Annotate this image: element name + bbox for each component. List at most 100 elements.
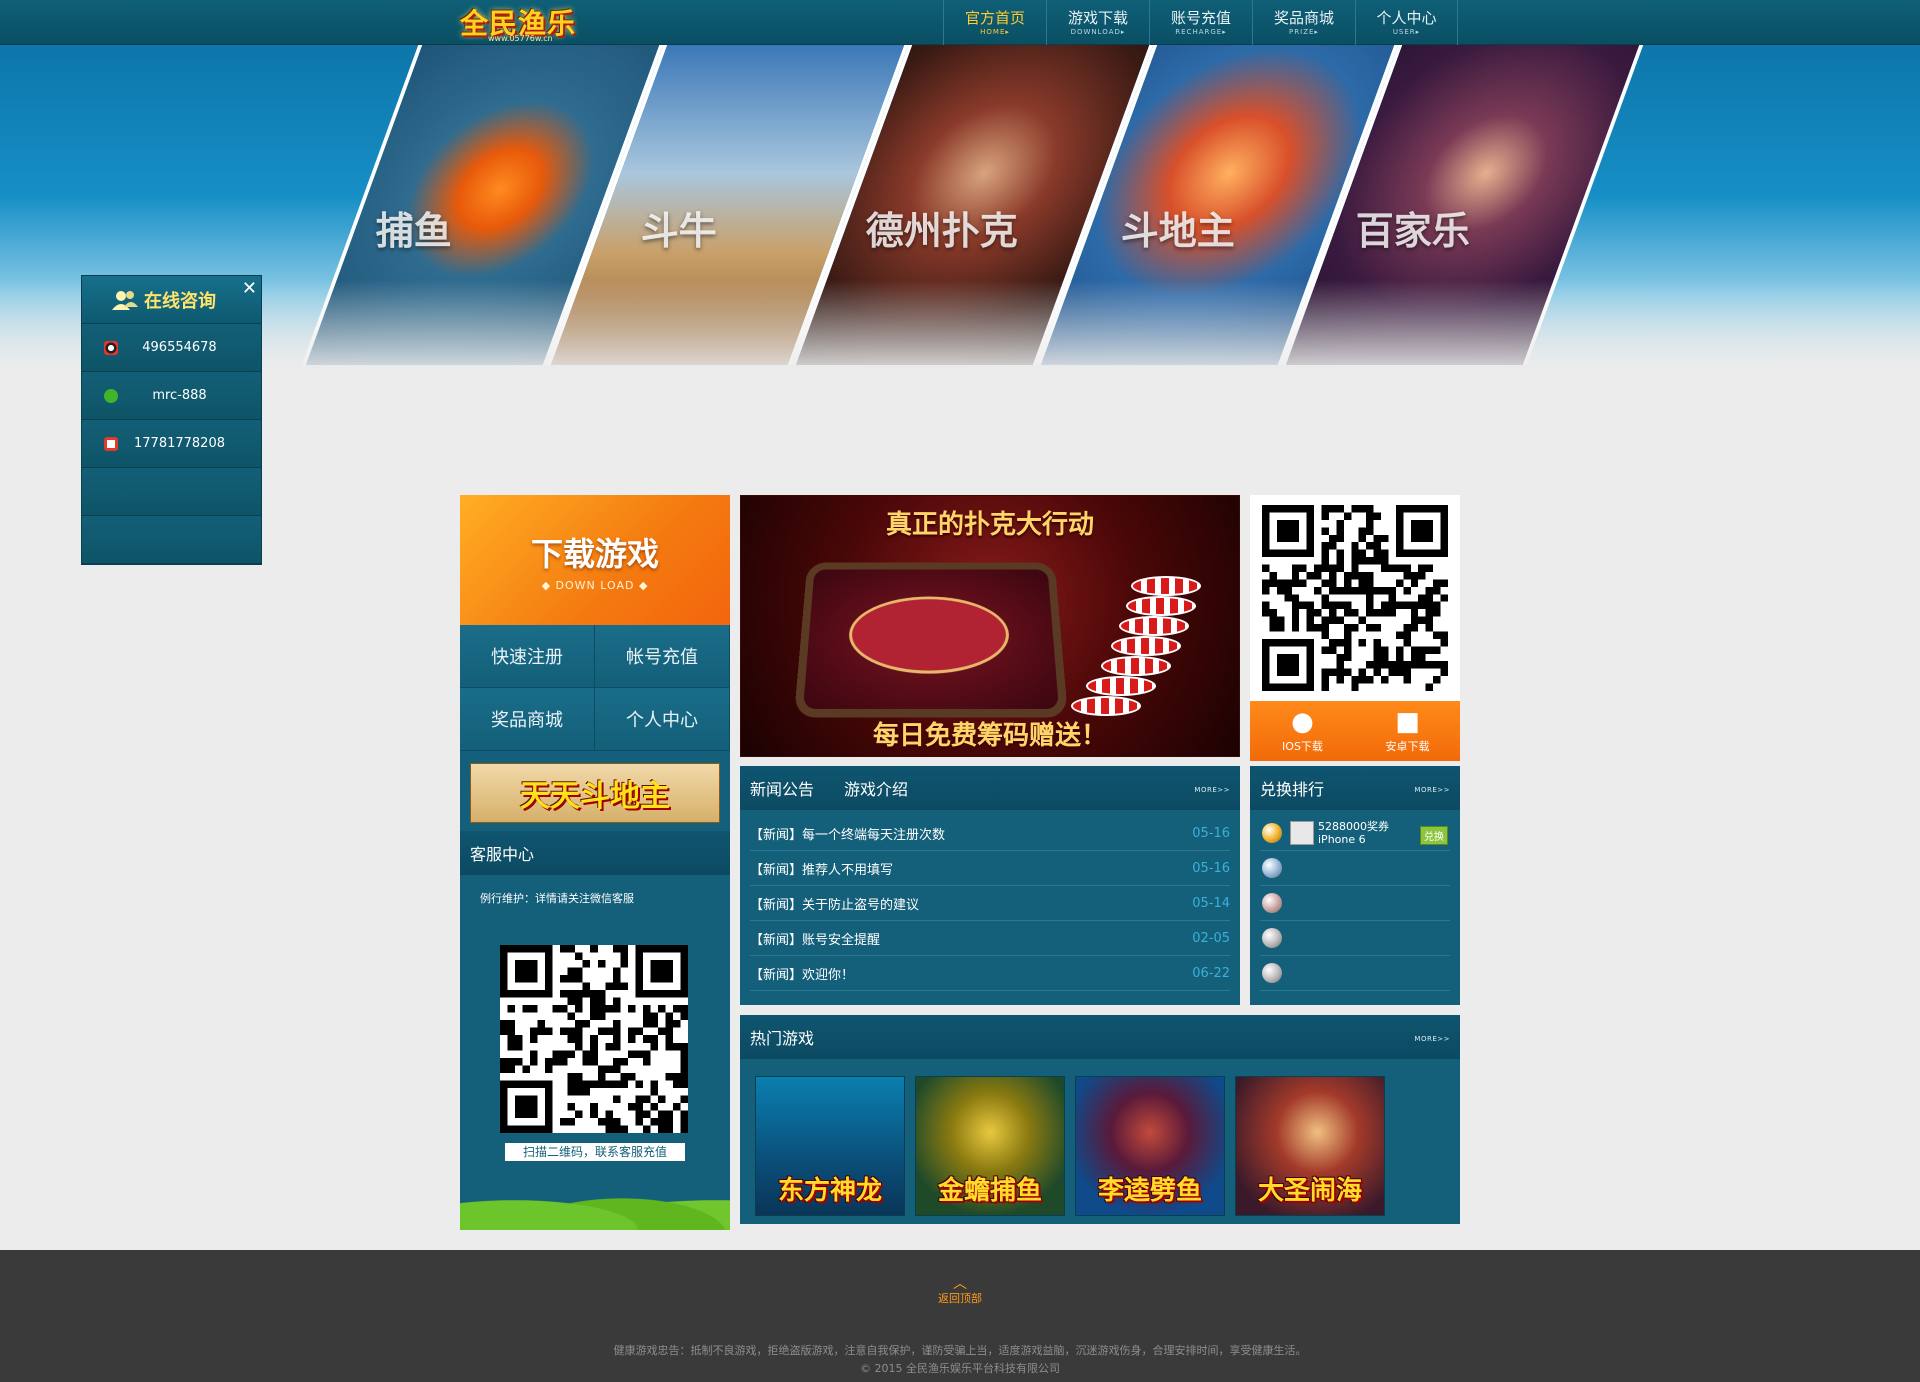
tab-news[interactable]: 新闻公告 (750, 776, 814, 800)
game-name: 李逵劈鱼 (1097, 1176, 1202, 1206)
hot-games-title: 热门游戏 (750, 1029, 815, 1048)
news-item[interactable]: 【新闻】推荐人不用填写 05-16 (750, 851, 1230, 886)
hot-games-header: 热门游戏 MORE>> (740, 1015, 1460, 1059)
rank-item (1260, 921, 1450, 956)
back-to-top-button[interactable]: ︿ 返回顶部 (0, 1276, 1920, 1306)
poker-table-image (793, 562, 1069, 718)
game-card-likui[interactable]: 李逵劈鱼 (1075, 1076, 1225, 1216)
nav-label: 个人中心 (1376, 9, 1437, 27)
chip-stack (1101, 656, 1171, 676)
rank-prize-points: 5288000奖券 (1318, 820, 1389, 833)
medal-icon (1262, 963, 1282, 983)
iphone-icon (1290, 821, 1314, 845)
chevron-up-icon: ︿ (953, 1276, 967, 1292)
exchange-rank-panel: 兑换排行 MORE>> 5288000奖券 iPhone 6 兑换 (1250, 766, 1460, 1005)
consult-value: 17781778208 (134, 436, 225, 451)
android-download-label: 安卓下载 (1385, 739, 1430, 753)
news-date: 05-16 (1192, 860, 1230, 876)
site-logo[interactable]: 全民渔乐 www.05776w.cn (460, 2, 600, 44)
rank-item: 5288000奖券 iPhone 6 兑换 (1260, 816, 1450, 851)
poker-promo-headline: 真正的扑克大行动 (885, 510, 1094, 540)
game-card-monkey-king[interactable]: 大圣闹海 (1235, 1076, 1385, 1216)
news-item[interactable]: 【新闻】欢迎你！ 06-22 (750, 956, 1230, 991)
nav-user[interactable]: 个人中心 USER▸ (1355, 0, 1458, 45)
rank-title: 兑换排行 (1260, 780, 1325, 799)
online-consult-panel: 在线咨询 ✕ 496554678 mrc-888 17781778208 (81, 275, 262, 565)
top-navigation-bar: 全民渔乐 www.05776w.cn 官方首页 HOME▸ 游戏下载 DOWNL… (0, 0, 1920, 45)
nav-label: 账号充值 (1170, 9, 1231, 27)
consult-phone[interactable]: 17781778208 (82, 420, 261, 468)
phone-icon (104, 436, 118, 451)
quick-user-button[interactable]: 个人中心 (595, 688, 730, 751)
consult-empty-row (82, 468, 261, 516)
chip-stack (1126, 596, 1196, 616)
app-download-panel: ● IOS下载 ■ 安卓下载 (1250, 495, 1460, 761)
consult-value: 496554678 (142, 340, 217, 355)
game-name: 金蟾捕鱼 (937, 1176, 1042, 1206)
footer-copyright: © 2015 全民渔乐娱乐平台科技有限公司 (860, 1362, 1060, 1375)
consult-qq[interactable]: 496554678 (82, 324, 261, 372)
ios-download-button[interactable]: ● IOS下载 (1250, 701, 1355, 761)
silver-medal-icon (1262, 858, 1282, 878)
bronze-medal-icon (1262, 893, 1282, 913)
news-title: 【新闻】账号安全提醒 (750, 932, 881, 948)
news-item[interactable]: 【新闻】关于防止盗号的建议 05-14 (750, 886, 1230, 921)
nav-prize[interactable]: 奖品商城 PRIZE▸ (1252, 0, 1355, 45)
service-center-title: 客服中心 (470, 845, 535, 864)
rank-more-link[interactable]: MORE>> (1414, 786, 1450, 794)
users-icon (112, 290, 138, 310)
nav-label: 奖品商城 (1273, 9, 1334, 27)
download-game-button[interactable]: 下载游戏 ◆ DOWN LOAD ◆ (460, 495, 730, 625)
gold-medal-icon (1262, 823, 1282, 843)
tab-game-intro[interactable]: 游戏介绍 (844, 776, 908, 800)
news-item[interactable]: 【新闻】每一个终端每天注册次数 05-16 (750, 816, 1230, 851)
poker-promo-banner[interactable]: 真正的扑克大行动 每日免费筹码赠送！ (740, 495, 1240, 757)
news-title: 【新闻】关于防止盗号的建议 (750, 897, 920, 913)
rank-prize-name: iPhone 6 (1318, 833, 1366, 846)
wechat-icon (104, 388, 118, 403)
consult-wechat[interactable]: mrc-888 (82, 372, 261, 420)
game-card-dragon[interactable]: 东方神龙 (755, 1076, 905, 1216)
download-subtitle: ◆ DOWN LOAD ◆ (541, 578, 649, 592)
landlord-promo-banner[interactable]: 天天斗地主 (470, 763, 720, 823)
logo-url: www.05776w.cn (488, 34, 553, 43)
nav-sub-label: USER▸ (1392, 28, 1421, 36)
hero-fade (0, 280, 1920, 380)
quick-prize-button[interactable]: 奖品商城 (460, 688, 595, 751)
quick-recharge-button[interactable]: 帐号充值 (595, 625, 730, 688)
news-tabs: 新闻公告 游戏介绍 MORE>> (740, 766, 1240, 810)
game-name: 东方神龙 (777, 1176, 882, 1206)
qq-icon (104, 340, 118, 355)
news-list: 【新闻】每一个终端每天注册次数 05-16 【新闻】推荐人不用填写 05-16 … (740, 810, 1240, 991)
news-date: 06-22 (1192, 965, 1230, 981)
news-item[interactable]: 【新闻】账号安全提醒 02-05 (750, 921, 1230, 956)
nav-home[interactable]: 官方首页 HOME▸ (943, 0, 1046, 45)
download-title: 下载游戏 (530, 534, 659, 573)
consult-value: mrc-888 (152, 388, 207, 403)
game-card-toad[interactable]: 金蟾捕鱼 (915, 1076, 1065, 1216)
service-center-header: 客服中心 (460, 831, 730, 875)
footer-advice: 健康游戏忠告：抵制不良游戏，拒绝盗版游戏，注意自我保护，谨防受骗上当，适度游戏益… (613, 1344, 1307, 1357)
nav-label: 游戏下载 (1067, 9, 1128, 27)
nav-sub-label: RECHARGE▸ (1175, 28, 1227, 36)
rank-header: 兑换排行 MORE>> (1250, 766, 1460, 810)
nav-recharge[interactable]: 账号充值 RECHARGE▸ (1149, 0, 1252, 45)
hero-game-label: 捕鱼 (375, 209, 452, 253)
hero-game-label: 德州扑克 (865, 209, 1018, 253)
back-to-top-label: 返回顶部 (938, 1292, 982, 1305)
nav-download[interactable]: 游戏下载 DOWNLOAD▸ (1046, 0, 1149, 45)
quick-register-button[interactable]: 快速注册 (460, 625, 595, 688)
android-download-button[interactable]: ■ 安卓下载 (1355, 701, 1460, 761)
close-icon[interactable]: ✕ (242, 278, 257, 299)
apple-icon: ● (1291, 706, 1314, 737)
news-title: 【新闻】每一个终端每天注册次数 (750, 827, 946, 843)
news-more-link[interactable]: MORE>> (1194, 786, 1230, 794)
hot-games-grid: 东方神龙 金蟾捕鱼 李逵劈鱼 大圣闹海 (740, 1059, 1460, 1216)
medal-icon (1262, 928, 1282, 948)
nav-sub-label: PRIZE▸ (1289, 28, 1319, 36)
hot-games-more-link[interactable]: MORE>> (1414, 1035, 1450, 1043)
service-note: 例行维护：详情请关注微信客服 (480, 892, 634, 905)
main-nav: 官方首页 HOME▸ 游戏下载 DOWNLOAD▸ 账号充值 RECHARGE▸… (943, 0, 1458, 45)
poker-promo-tagline: 每日免费筹码赠送！ (872, 721, 1107, 751)
exchange-button[interactable]: 兑换 (1420, 826, 1448, 845)
